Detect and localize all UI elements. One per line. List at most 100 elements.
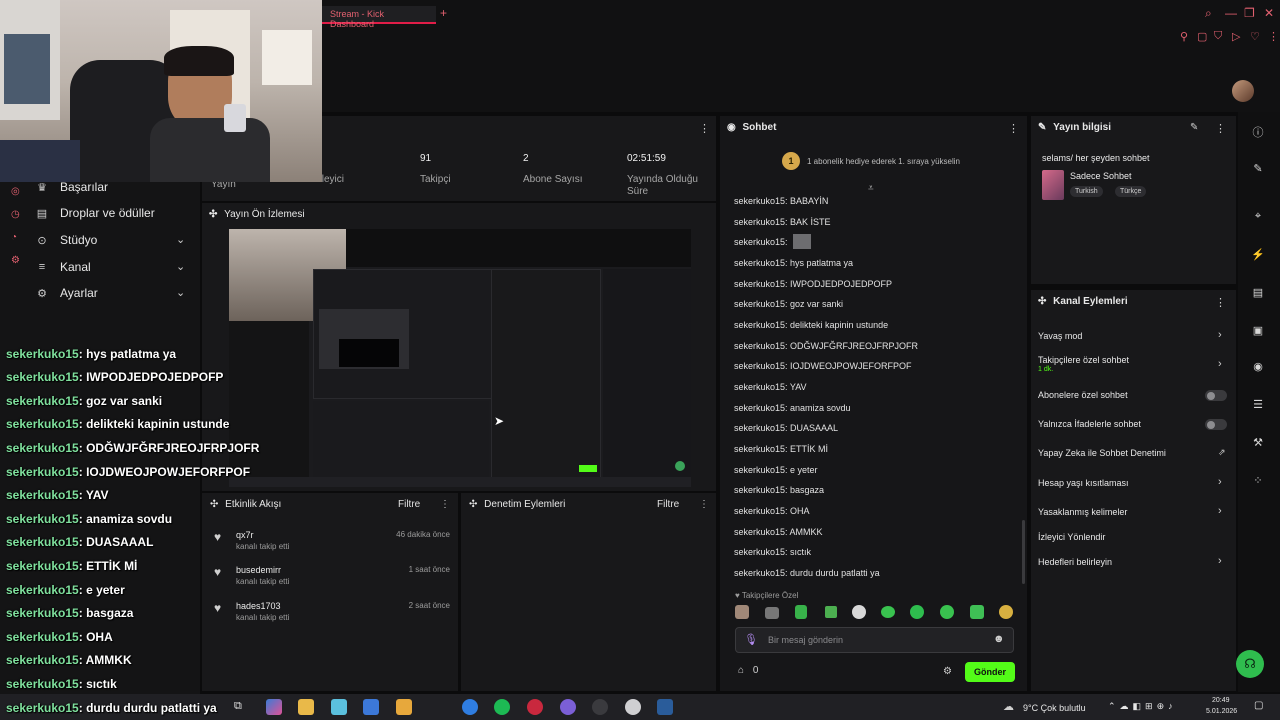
close-icon[interactable]: ✕	[1264, 6, 1274, 20]
support-button[interactable]: ☊	[1236, 650, 1264, 678]
chevron-down-icon[interactable]: ⌄	[176, 260, 185, 273]
chevron-right-icon[interactable]: ›	[1218, 505, 1222, 517]
focus-icon[interactable]: ⌖	[1250, 210, 1266, 223]
edge-icon[interactable]	[462, 699, 478, 715]
emoji-icon[interactable]: ☻	[993, 633, 1005, 645]
emotes-only-toggle[interactable]	[1205, 419, 1227, 430]
collapse-icon[interactable]: ⩡	[868, 183, 874, 194]
more-options-icon[interactable]: ⋮	[699, 499, 709, 510]
activity-filter-button[interactable]: Filtre	[398, 499, 420, 510]
action-followers-only[interactable]: Takipçilere özel sohbet	[1038, 355, 1129, 365]
discord-icon[interactable]	[560, 699, 576, 715]
edit-icon[interactable]: ✎	[1250, 162, 1266, 175]
activity-user[interactable]: hades1703	[236, 601, 281, 611]
action-banned-words[interactable]: Yasaklanmış kelimeler	[1038, 507, 1127, 517]
action-subscribers-only[interactable]: Abonelere özel sohbet	[1038, 390, 1128, 400]
gear-icon[interactable]: ⚙	[943, 666, 952, 677]
steam-icon[interactable]	[657, 699, 673, 715]
more-options-icon[interactable]: ⋮	[1008, 122, 1019, 135]
chevron-right-icon[interactable]: ›	[1218, 555, 1222, 567]
chat-bubble-icon[interactable]: ▣	[1250, 324, 1266, 337]
sidebar-item-studio[interactable]: ⊙ Stüdyo	[34, 233, 97, 247]
broadcast-icon[interactable]: ◉	[1250, 360, 1266, 373]
emote-icon[interactable]	[970, 605, 984, 619]
menu-icon[interactable]: ⋮	[1268, 30, 1279, 43]
square-icon[interactable]: ▢	[1197, 30, 1207, 43]
chevron-right-icon[interactable]: ›	[1218, 358, 1222, 370]
action-ai-moderation[interactable]: Yapay Zeka ile Sohbet Denetimi	[1038, 448, 1166, 458]
app-icon[interactable]	[396, 699, 412, 715]
more-options-icon[interactable]: ⋮	[1215, 296, 1226, 309]
file-explorer-icon[interactable]	[298, 699, 314, 715]
task-view-icon[interactable]: ⧉	[234, 700, 242, 713]
subscribers-only-toggle[interactable]	[1205, 390, 1227, 401]
chevron-down-icon[interactable]: ⌄	[176, 286, 185, 299]
tray-icons[interactable]: ⌃☁◧⊞⊕♪	[1108, 701, 1177, 712]
shield-icon[interactable]: ⛉	[1214, 30, 1222, 43]
document-icon[interactable]: ▤	[1250, 286, 1266, 299]
edit-icon[interactable]: ✎	[1190, 122, 1198, 133]
pin-icon[interactable]: ✣	[210, 499, 218, 510]
action-slow-mode[interactable]: Yavaş mod	[1038, 331, 1082, 341]
sidebar-item-drops[interactable]: ▤ Droplar ve ödüller	[34, 206, 155, 220]
action-set-goals[interactable]: Hedefleri belirleyin	[1038, 557, 1112, 567]
weather-text[interactable]: 9°C Çok bulutlu	[1023, 703, 1086, 713]
chevron-right-icon[interactable]: ›	[1218, 329, 1222, 341]
mail-icon[interactable]	[363, 699, 379, 715]
search-icon[interactable]: ⌕	[1205, 6, 1212, 21]
store-icon[interactable]	[331, 699, 347, 715]
chevron-down-icon[interactable]: ⌄	[176, 233, 185, 246]
avatar[interactable]	[1232, 80, 1254, 102]
more-options-icon[interactable]: ⋮	[440, 499, 450, 510]
play-icon[interactable]: ▷	[1232, 30, 1240, 43]
send-button[interactable]: Gönder	[965, 662, 1015, 682]
emote-icon[interactable]	[999, 605, 1013, 619]
action-account-age[interactable]: Hesap yaşı kısıtlaması	[1038, 478, 1129, 488]
emote-icon[interactable]	[795, 605, 807, 619]
notification-icon[interactable]: ▢	[1254, 700, 1263, 711]
emote-icon[interactable]	[910, 605, 924, 619]
wrench-icon[interactable]: ⚒	[1250, 436, 1266, 449]
action-emotes-only[interactable]: Yalnızca İfadelerle sohbet	[1038, 419, 1141, 429]
more-options-icon[interactable]: ⋮	[699, 122, 710, 135]
emote-avatar[interactable]	[735, 605, 749, 619]
app-icon[interactable]	[625, 699, 641, 715]
emote-icon[interactable]	[852, 605, 866, 619]
emote-icon[interactable]	[825, 606, 837, 618]
opera-icon[interactable]	[527, 699, 543, 715]
external-link-icon[interactable]: ⇗	[1218, 447, 1226, 458]
list-icon[interactable]: ☰	[1250, 398, 1266, 411]
emote-icon[interactable]	[940, 605, 954, 619]
lightning-icon[interactable]: ⚡	[1250, 248, 1266, 261]
sidebar-item-achievements[interactable]: ♛ Başarılar	[34, 180, 108, 194]
moderation-filter-button[interactable]: Filtre	[657, 499, 679, 510]
minimize-icon[interactable]: —	[1225, 6, 1237, 20]
category-name[interactable]: Sadece Sohbet	[1070, 171, 1132, 181]
pin-icon[interactable]: ⚲	[1180, 30, 1188, 43]
spotify-icon[interactable]	[494, 699, 510, 715]
chat-input-placeholder[interactable]: Bir mesaj gönderin	[768, 635, 843, 645]
microphone-icon[interactable]: 🎙	[744, 633, 758, 646]
pin-icon[interactable]: ✣	[469, 499, 477, 510]
obs-icon[interactable]	[592, 699, 608, 715]
sidebar-item-settings[interactable]: ⚙ Ayarlar	[34, 286, 98, 300]
pin-icon[interactable]: ✣	[209, 209, 217, 220]
chat-input-box[interactable]: 🎙 Bir mesaj gönderin ☻	[735, 627, 1014, 653]
sidebar-item-channel[interactable]: ≡ Kanal	[34, 260, 91, 274]
stream-preview-video[interactable]	[229, 229, 691, 487]
chat-scrollbar[interactable]	[1022, 520, 1025, 584]
more-options-icon[interactable]: ⋮	[1215, 122, 1226, 135]
browser-tab[interactable]: Stream - Kick Dashboard	[322, 6, 436, 29]
emote-icon[interactable]	[881, 606, 895, 618]
activity-user[interactable]: busedemirr	[236, 565, 281, 575]
copilot-icon[interactable]	[266, 699, 282, 715]
apps-icon[interactable]: ⁘	[1250, 474, 1266, 487]
info-icon[interactable]: ⓘ	[1250, 124, 1266, 140]
emote-icon[interactable]	[765, 607, 779, 619]
points-row[interactable]: ⌂ 0	[738, 665, 758, 676]
heart-icon[interactable]: ♡	[1250, 30, 1260, 43]
activity-user[interactable]: qx7r	[236, 530, 254, 540]
action-raid[interactable]: İzleyici Yönlendir	[1038, 532, 1105, 542]
maximize-icon[interactable]: ❐	[1244, 6, 1255, 20]
new-tab-button[interactable]: +	[440, 6, 447, 20]
